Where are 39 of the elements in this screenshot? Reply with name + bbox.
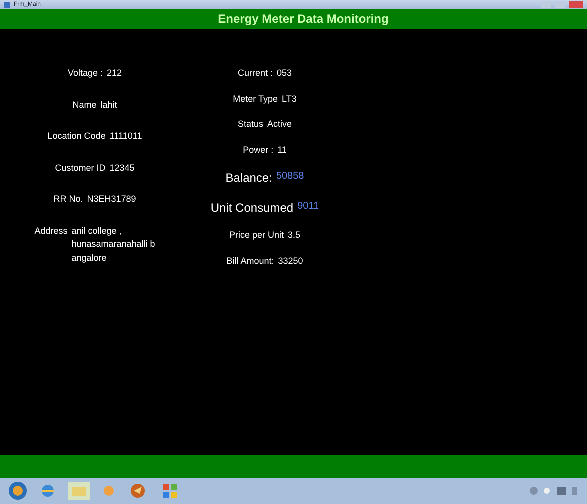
field-value: LT3	[282, 92, 297, 106]
field-value: 212	[107, 67, 122, 80]
browser-icon[interactable]	[40, 483, 56, 499]
field-value: 12345	[110, 162, 135, 174]
field-label: Voltage :	[68, 67, 103, 80]
field-value: 50858	[276, 170, 304, 184]
field-label: Unit Consumed	[210, 200, 294, 217]
field-value: 33250	[278, 254, 304, 268]
field-label: Price per Unit	[229, 229, 284, 242]
window-icon	[4, 2, 10, 8]
field-value: 053	[276, 67, 292, 80]
field-value: lahit	[100, 98, 118, 112]
windows-app-icon[interactable]	[160, 482, 180, 500]
field-label: Current :	[238, 67, 273, 80]
field-value: 3.5	[288, 229, 301, 242]
header-title: Energy Meter Data Monitoring	[218, 11, 389, 28]
field-value: anil college , hunasamaranahalli b angalore	[72, 224, 156, 265]
app-icon[interactable]	[128, 482, 148, 500]
field-label: Balance:	[226, 170, 272, 187]
field-label: Meter Type	[233, 92, 278, 106]
field-value: 9011	[298, 200, 320, 214]
field-label: Name	[72, 98, 97, 112]
field-label: Power :	[243, 144, 274, 156]
close-button[interactable]	[569, 1, 583, 8]
folder-icon[interactable]	[68, 482, 90, 500]
field-label: Customer ID	[55, 162, 106, 174]
maximize-button[interactable]	[555, 1, 565, 8]
tray-icons-drawing	[529, 486, 579, 496]
minimize-button[interactable]	[541, 1, 551, 8]
field-label: Address	[34, 224, 68, 238]
field-label: Status	[238, 118, 264, 131]
field-value: Active	[268, 118, 292, 131]
field-value: N3EH31789	[87, 193, 136, 206]
start-button[interactable]	[8, 481, 28, 501]
field-label: Bill Amount:	[226, 254, 274, 268]
field-label: Location Code	[48, 130, 106, 143]
field-label: RR No.	[54, 193, 84, 206]
field-value: 11	[278, 144, 287, 156]
field-value: 1111011	[110, 130, 142, 143]
